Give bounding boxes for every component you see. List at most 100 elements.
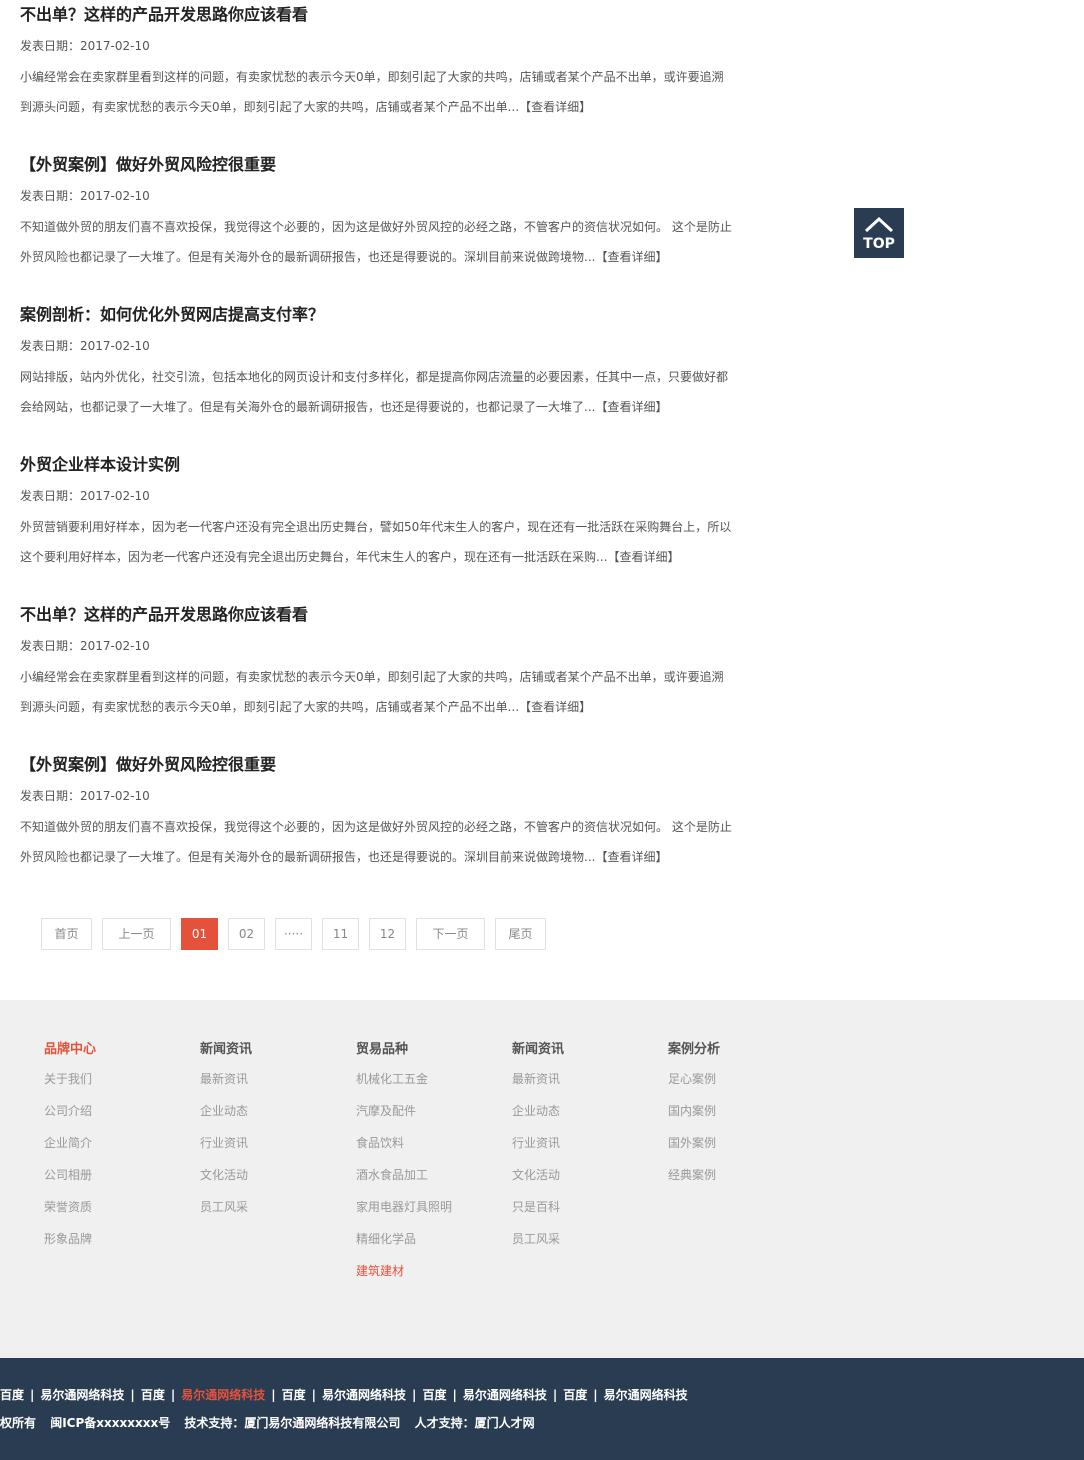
page-button-11[interactable]: 11 [322,918,359,950]
first-page-button[interactable]: 首页 [41,918,92,950]
friend-links: 百度 | 易尔通网络科技 | 百度 | 易尔通网络科技 | 百度 | 易尔通网络科技 | 百度 | 易尔通网… [0,1386,688,1403]
article-item: 【外贸案例】做好外贸风险控很重要发表日期：2017-02-10 不知道做外贸的朋友… [20,150,740,300]
link-separator: | [130,1388,135,1402]
footer-link[interactable]: 关于我们 [44,1070,92,1087]
article-more-link[interactable]: 【查看详细】 [595,400,667,414]
friend-link[interactable]: 易尔通网络科技 [181,1388,265,1402]
link-separator: | [170,1388,176,1402]
footer-link[interactable]: 足心案例 [668,1070,716,1087]
article-date: 发表日期：2017-02-10 [20,489,150,503]
article-item: 不出单？这样的产品开发思路你应该看看发表日期：2017-02-10 小编经常会在卖… [20,600,740,750]
page-button-01[interactable]: 01 [181,918,218,950]
footer-link[interactable]: 企业动态 [512,1102,560,1119]
article-date: 发表日期：2017-02-10 [20,39,150,53]
article-date: 发表日期：2017-02-10 [20,639,150,653]
link-separator: | [30,1388,35,1402]
friend-link[interactable]: 易尔通网络科技 [322,1388,406,1402]
article-more-link[interactable]: 【查看详细】 [519,700,591,714]
footer-link[interactable]: 企业简介 [44,1134,92,1151]
footer-link[interactable]: 公司介绍 [44,1102,92,1119]
friend-link[interactable]: 百度 [563,1388,587,1402]
footer-link[interactable]: 国内案例 [668,1102,716,1119]
footer-bottom: 百度 | 易尔通网络科技 | 百度 | 易尔通网络科技 | 百度 | 易尔通网络科技 | 百度 | 易尔通网… [0,1358,1084,1460]
footer-link[interactable]: 形象品牌 [44,1230,92,1247]
last-page-button[interactable]: 尾页 [495,918,546,950]
link-separator: | [593,1388,598,1402]
friend-link[interactable]: 易尔通网络科技 [463,1388,547,1402]
article-date: 发表日期：2017-02-10 [20,189,150,203]
footer-link[interactable]: 员工风采 [512,1230,560,1247]
icp-text: 闽ICP备xxxxxxxx号 [50,1416,171,1430]
article-summary: 小编经常会在卖家群里看到这样的问题，有卖家忧愁的表示今天0单，即刻引起了大家的共… [20,662,732,722]
footer-link[interactable]: 建筑建材 [356,1262,404,1279]
top-label: TOP [863,236,895,252]
footer-link[interactable]: 国外案例 [668,1134,716,1151]
article-title[interactable]: 不出单？这样的产品开发思路你应该看看 [20,4,308,26]
footer-column-heading[interactable]: 贸易品种 [356,1038,408,1057]
article-summary: 不知道做外贸的朋友们喜不喜欢投保，我觉得这个必要的，因为这是做好外贸风控的必经之… [20,812,732,872]
footer-link[interactable]: 精细化学品 [356,1230,416,1247]
footer-link[interactable]: 企业动态 [200,1102,248,1119]
footer-link[interactable]: 最新资讯 [200,1070,248,1087]
footer-link[interactable]: 汽摩及配件 [356,1102,416,1119]
article-title[interactable]: 外贸企业样本设计实例 [20,454,180,476]
article-summary: 网站排版，站内外优化，社交引流，包括本地化的网页设计和支付多样化，都是提高你网店… [20,362,732,422]
footer-link[interactable]: 行业资讯 [512,1134,560,1151]
article-title[interactable]: 案例剖析：如何优化外贸网店提高支付率？ [20,304,324,326]
copyright-row: 权所有 闽ICP备xxxxxxxx号 技术支持：厦门易尔通网络科技有限公司 人才… [0,1414,545,1431]
article-title[interactable]: 【外贸案例】做好外贸风险控很重要 [20,754,276,776]
footer-link[interactable]: 文化活动 [512,1166,560,1183]
article-summary: 外贸营销要利用好样本，因为老一代客户还没有完全退出历史舞台，譬如50年代末生人的… [20,512,732,572]
friend-link[interactable]: 易尔通网络科技 [604,1388,688,1402]
footer-link[interactable]: 文化活动 [200,1166,248,1183]
footer-column-heading[interactable]: 案例分析 [668,1038,720,1057]
article-date: 发表日期：2017-02-10 [20,789,150,803]
article-more-link[interactable]: 【查看详细】 [595,850,667,864]
footer-link[interactable]: 家用电器灯具照明 [356,1198,452,1215]
footer-column-heading[interactable]: 品牌中心 [44,1038,96,1057]
footer-column-heading[interactable]: 新闻资讯 [200,1038,252,1057]
article-title[interactable]: 【外贸案例】做好外贸风险控很重要 [20,154,276,176]
tech-support-text: 技术支持：厦门易尔通网络科技有限公司 [184,1416,401,1430]
talent-support-text: 人才支持：厦门人才网 [414,1416,535,1430]
friend-link[interactable]: 百度 [422,1388,446,1402]
friend-link[interactable]: 易尔通网络科技 [40,1388,124,1402]
footer-link[interactable]: 只是百科 [512,1198,560,1215]
article-summary: 不知道做外贸的朋友们喜不喜欢投保，我觉得这个必要的，因为这是做好外贸风控的必经之… [20,212,732,272]
article-item: 不出单？这样的产品开发思路你应该看看发表日期：2017-02-10 小编经常会在卖… [20,0,740,150]
page-button-02[interactable]: 02 [228,918,265,950]
friend-link[interactable]: 百度 [141,1388,165,1402]
footer-nav: 品牌中心关于我们公司介绍企业简介公司相册荣誉资质形象品牌 新闻资讯最新资讯企业动态… [0,1000,1084,1358]
footer-link[interactable]: 经典案例 [668,1166,716,1183]
footer-column-heading[interactable]: 新闻资讯 [512,1038,564,1057]
friend-link[interactable]: 百度 [282,1388,306,1402]
article-more-link[interactable]: 【查看详细】 [519,100,591,114]
footer-link[interactable]: 酒水食品加工 [356,1166,428,1183]
next-page-button[interactable]: 下一页 [416,918,485,950]
link-separator: | [452,1388,457,1402]
footer-link[interactable]: 荣誉资质 [44,1198,92,1215]
footer-link[interactable]: 员工风采 [200,1198,248,1215]
footer-link[interactable]: 食品饮料 [356,1134,404,1151]
article-item: 【外贸案例】做好外贸风险控很重要发表日期：2017-02-10 不知道做外贸的朋友… [20,750,740,900]
back-to-top-button[interactable]: TOP [854,208,904,258]
article-title[interactable]: 不出单？这样的产品开发思路你应该看看 [20,604,308,626]
article-more-link[interactable]: 【查看详细】 [607,550,679,564]
article-more-link[interactable]: 【查看详细】 [595,250,667,264]
chevron-up-icon [864,216,894,233]
footer-link[interactable]: 机械化工五金 [356,1070,428,1087]
article-date: 发表日期：2017-02-10 [20,339,150,353]
link-separator: | [412,1388,417,1402]
page-ellipsis[interactable]: ····· [275,918,312,950]
link-separator: | [311,1388,317,1402]
footer-link[interactable]: 最新资讯 [512,1070,560,1087]
article-item: 外贸企业样本设计实例发表日期：2017-02-10 外贸营销要利用好样本，因为老一… [20,450,740,600]
friend-link[interactable]: 百度 [0,1388,24,1402]
page-button-12[interactable]: 12 [369,918,406,950]
footer-link[interactable]: 公司相册 [44,1166,92,1183]
article-item: 案例剖析：如何优化外贸网店提高支付率？ 发表日期：2017-02-10 网站排版，站… [20,300,740,450]
prev-page-button[interactable]: 上一页 [102,918,171,950]
footer-link[interactable]: 行业资讯 [200,1134,248,1151]
article-summary: 小编经常会在卖家群里看到这样的问题，有卖家忧愁的表示今天0单，即刻引起了大家的共… [20,62,732,122]
article-summary-text: 小编经常会在卖家群里看到这样的问题，有卖家忧愁的表示今天0单，即刻引起了大家的共… [20,670,724,714]
